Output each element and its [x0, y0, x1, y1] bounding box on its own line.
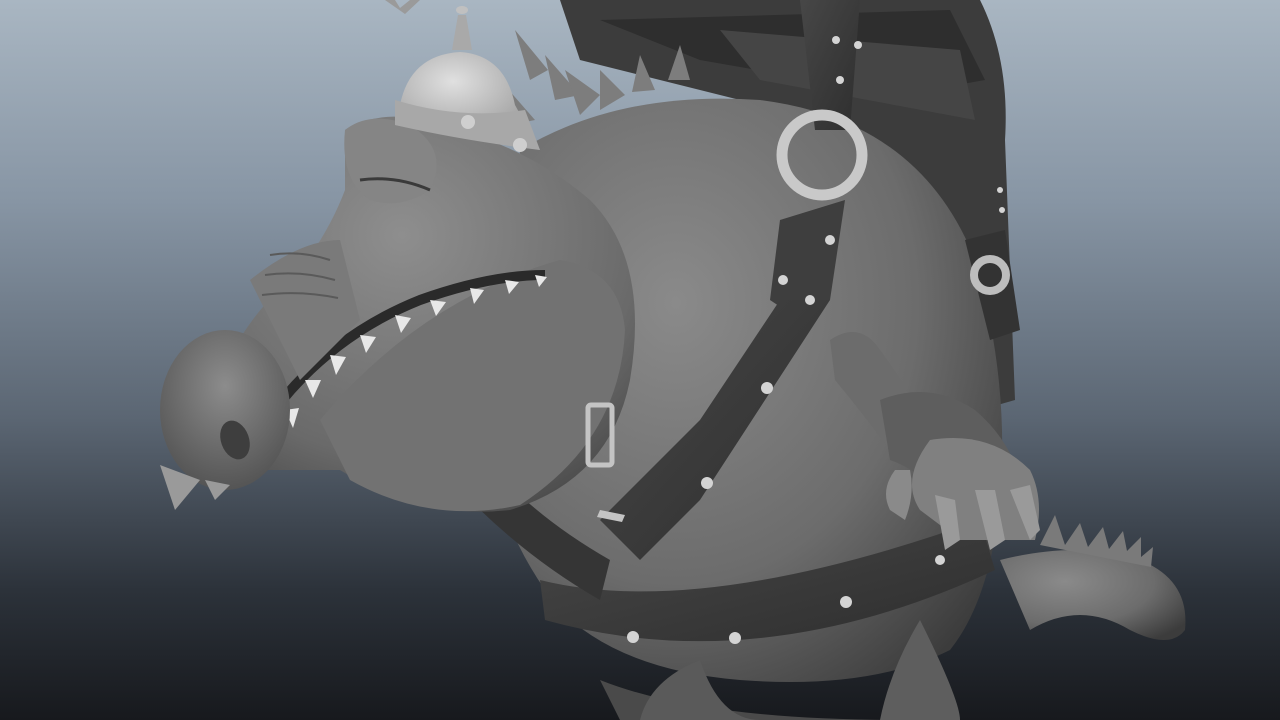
crocodile-render: [160, 0, 1186, 720]
maya-viewport[interactable]: [0, 0, 1280, 720]
